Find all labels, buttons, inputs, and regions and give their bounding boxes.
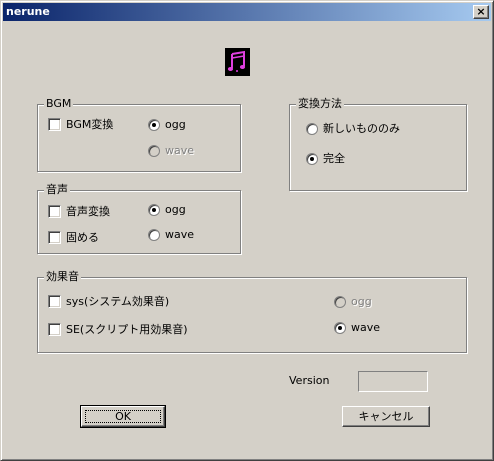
radio-dot[interactable] [148, 203, 160, 216]
focus-rect [85, 410, 161, 423]
close-button[interactable]: × [473, 5, 489, 19]
voice-ogg-label: ogg [165, 203, 186, 216]
method-group: 変換方法 [289, 97, 467, 191]
checkbox-box[interactable] [48, 118, 61, 131]
music-note-icon [225, 48, 250, 76]
voice-wave-radio[interactable]: wave [148, 228, 194, 241]
bgm-legend: BGM [44, 97, 74, 111]
version-label: Version [289, 374, 330, 387]
voice-group: 音声 [37, 183, 241, 254]
checkbox-box[interactable] [48, 205, 61, 218]
checkbox-box[interactable] [48, 295, 61, 308]
method-full-radio[interactable]: 完全 [306, 152, 345, 165]
radio-dot[interactable] [334, 321, 346, 334]
sfx-sys-label: sys(システム効果音) [66, 295, 170, 308]
voice-convert-checkbox[interactable]: 音声変換 [48, 205, 110, 218]
voice-wave-label: wave [165, 228, 195, 241]
radio-dot[interactable] [306, 122, 318, 135]
sfx-legend: 効果音 [44, 270, 81, 284]
bgm-convert-label: BGM変換 [66, 118, 114, 131]
window-title: nerune [6, 5, 50, 18]
bgm-group: BGM [37, 97, 241, 172]
nerune-window: nerune × BGM BGM変換 ogg wave 音声 音声変換 固める … [0, 0, 494, 461]
method-new-only-label: 新しいもののみ [323, 122, 400, 135]
bgm-ogg-radio[interactable]: ogg [148, 118, 186, 131]
sfx-sys-checkbox[interactable]: sys(システム効果音) [48, 295, 169, 308]
method-full-label: 完全 [323, 152, 345, 165]
ok-button[interactable]: OK [80, 405, 166, 428]
radio-dot[interactable] [148, 144, 160, 157]
radio-dot[interactable] [148, 228, 160, 241]
version-field [358, 371, 428, 392]
sfx-se-label: SE(スクリプト用効果音) [66, 323, 188, 336]
voice-pack-checkbox[interactable]: 固める [48, 231, 99, 244]
sfx-group: 効果音 [37, 270, 467, 353]
voice-ogg-radio[interactable]: ogg [148, 203, 186, 216]
sfx-se-checkbox[interactable]: SE(スクリプト用効果音) [48, 323, 188, 336]
sfx-wave-radio[interactable]: wave [334, 321, 380, 334]
sfx-ogg-radio[interactable]: ogg [334, 295, 372, 308]
checkbox-box[interactable] [48, 323, 61, 336]
radio-dot[interactable] [148, 118, 160, 131]
sfx-wave-label: wave [351, 321, 381, 334]
title-bar: nerune × [3, 3, 491, 21]
method-legend: 変換方法 [296, 97, 344, 111]
cancel-button-label: キャンセル [358, 410, 414, 423]
sfx-ogg-label: ogg [351, 295, 372, 308]
close-icon: × [476, 5, 486, 18]
radio-dot[interactable] [334, 295, 346, 308]
checkbox-box[interactable] [48, 231, 61, 244]
cancel-button[interactable]: キャンセル [342, 406, 430, 427]
bgm-wave-label: wave [165, 144, 195, 157]
radio-dot[interactable] [306, 152, 318, 165]
method-new-only-radio[interactable]: 新しいもののみ [306, 122, 400, 135]
bgm-ogg-label: ogg [165, 118, 186, 131]
bgm-wave-radio[interactable]: wave [148, 144, 194, 157]
bgm-convert-checkbox[interactable]: BGM変換 [48, 118, 113, 131]
voice-pack-label: 固める [66, 231, 99, 244]
voice-convert-label: 音声変換 [66, 205, 110, 218]
voice-legend: 音声 [44, 183, 70, 197]
